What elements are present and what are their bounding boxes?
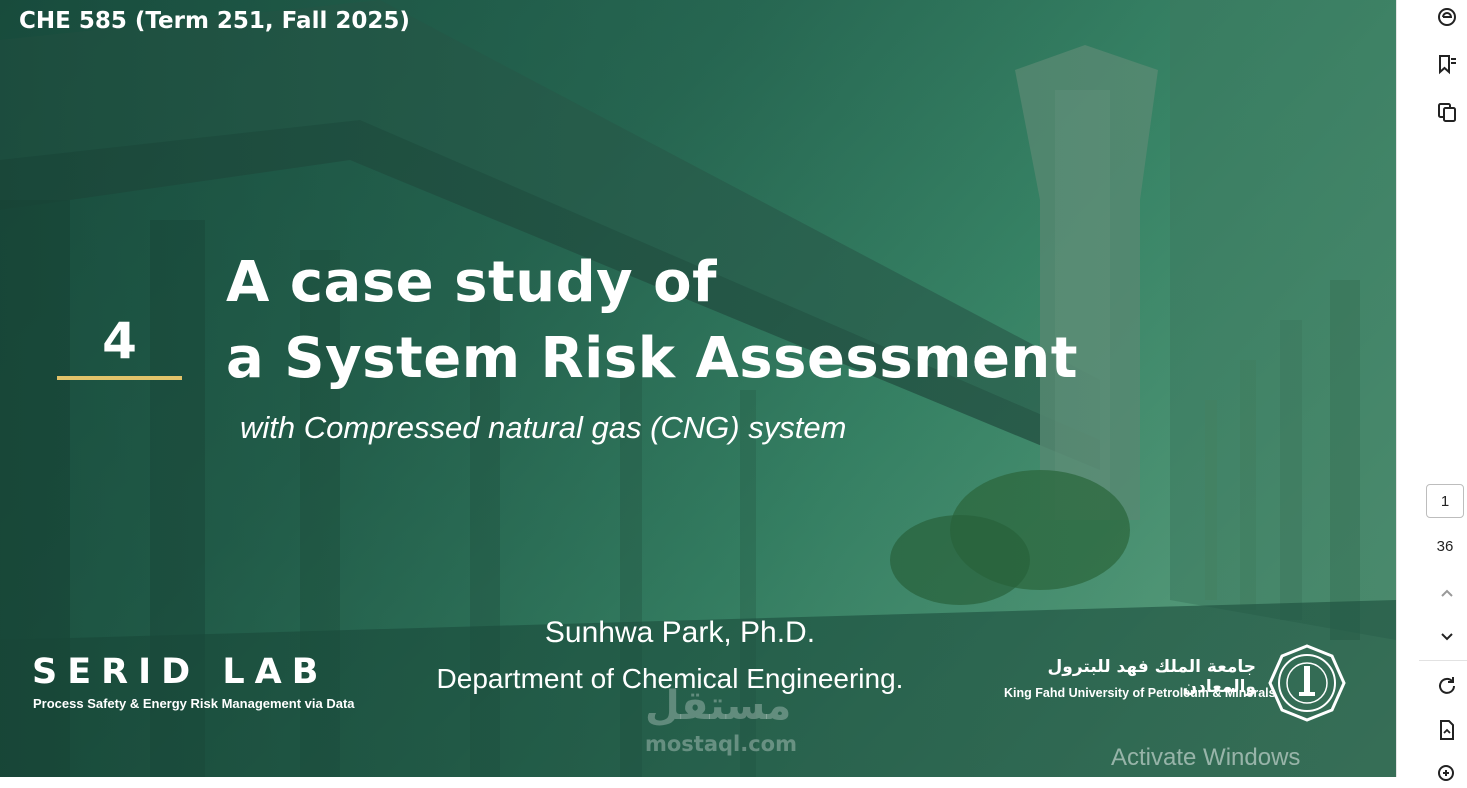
presenter-name: Sunhwa Park, Ph.D. xyxy=(544,616,816,649)
lab-tagline: Process Safety & Energy Risk Management … xyxy=(33,696,355,711)
ai-assistant-icon[interactable] xyxy=(1433,3,1461,31)
chapter-underline xyxy=(57,376,182,380)
university-seal-logo xyxy=(1268,644,1346,722)
slide-title-line-2: a System Risk Assessment xyxy=(226,326,1079,391)
course-title: CHE 585 (Term 251, Fall 2025) xyxy=(19,8,410,34)
watermark-arabic: مستقل xyxy=(645,683,792,729)
page-total: 36 xyxy=(1436,538,1454,555)
copy-pages-icon[interactable] xyxy=(1433,98,1461,126)
serid-lab-logo: SERID LAB xyxy=(32,652,329,692)
page-number-input[interactable] xyxy=(1426,484,1464,518)
viewer-toolbar: 36 xyxy=(1396,0,1467,781)
refresh-icon[interactable] xyxy=(1433,672,1461,700)
watermark-latin: mostaql.com xyxy=(645,732,797,756)
university-name-english: King Fahd University of Petroleum & Mine… xyxy=(1004,686,1276,700)
slide-title-line-1: A case study of xyxy=(226,250,718,315)
chevron-down-icon[interactable] xyxy=(1433,622,1461,650)
zoom-in-icon[interactable] xyxy=(1433,760,1461,788)
bookmark-list-icon[interactable] xyxy=(1433,50,1461,78)
activate-windows-notice: Activate Windows xyxy=(1111,744,1301,771)
slide-subtitle: with Compressed natural gas (CNG) system xyxy=(240,410,847,445)
slide: CHE 585 (Term 251, Fall 2025) 4 A case s… xyxy=(0,0,1396,777)
chevron-up-icon[interactable] xyxy=(1433,580,1461,608)
file-export-icon[interactable] xyxy=(1433,716,1461,744)
toolbar-divider xyxy=(1419,660,1467,661)
chapter-number: 4 xyxy=(102,312,137,370)
